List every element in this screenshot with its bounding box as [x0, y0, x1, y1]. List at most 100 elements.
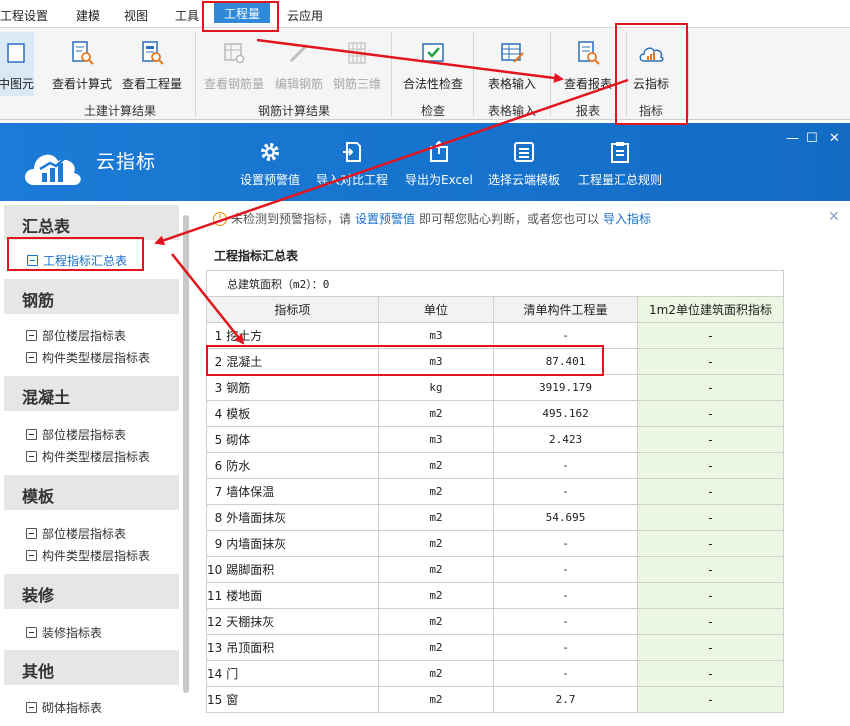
row-quantity: 2.7 [493, 686, 639, 713]
row-per-m2-index: - [637, 426, 784, 453]
sidebar-item-formwork-type-floor[interactable]: 构件类型楼层指标表 [26, 547, 150, 564]
row-unit: m2 [377, 504, 495, 531]
annotation-box-menu-quantity [202, 1, 279, 32]
column-header-item: 指标项 [206, 296, 379, 323]
row-item-name: 内墙面抹灰 [224, 530, 379, 557]
row-item-name: 天棚抹灰 [224, 608, 379, 635]
row-per-m2-index: - [637, 634, 784, 661]
row-unit: m3 [377, 426, 495, 453]
table-row[interactable]: 12 天棚抹灰 m2- - [206, 608, 784, 635]
row-per-m2-index: - [637, 374, 784, 401]
group-label-check: 检查 [420, 104, 445, 118]
choose-template-button[interactable]: 选择云端模板 [488, 139, 560, 188]
report-search-icon [574, 39, 602, 67]
group-label-table: 表格输入 [487, 104, 536, 118]
row-quantity: - [493, 634, 639, 661]
maximize-icon[interactable]: ☐ [806, 131, 818, 146]
sidebar-scrollbar[interactable] [183, 215, 189, 693]
template-list-icon [511, 139, 537, 165]
ribbon-separator [473, 32, 474, 116]
menu-view[interactable]: 视图 [124, 7, 148, 24]
table-input-button[interactable]: 表格输入 [480, 32, 544, 96]
view-rebar-qty-button[interactable]: 查看钢筋量 [202, 32, 266, 96]
row-unit: m2 [377, 400, 495, 427]
rebar-cage-icon [343, 39, 371, 67]
clipboard-icon [607, 139, 633, 165]
sidebar-section-rebar[interactable]: 钢筋 [4, 279, 179, 314]
warning-notice: ! 未检测到预警指标，请 设置预警值 即可帮您贴心判断，或者您也可以 导入指标 [213, 210, 655, 227]
document-icon [26, 702, 37, 713]
table-row[interactable]: 8 外墙面抹灰 m2 54.695- [206, 504, 784, 531]
notice-close-icon[interactable]: ✕ [828, 209, 840, 225]
view-quantity-button[interactable]: 查看工程量 [120, 32, 184, 96]
row-quantity: 495.162 [493, 400, 639, 427]
sidebar-section-summary[interactable]: 汇总表 [4, 205, 179, 240]
ribbon-separator [195, 32, 196, 116]
sidebar-item-formwork-floor[interactable]: 部位楼层指标表 [26, 525, 126, 542]
view-report-button[interactable]: 查看报表 [556, 32, 620, 96]
sidebar-item-masonry[interactable]: 砌体指标表 [26, 699, 102, 716]
cloud-header: 云指标 设置预警值 导入对比工程 导出为Excel 选择云端模板 工程量汇总规则… [0, 123, 850, 201]
import-index-link[interactable]: 导入指标 [603, 210, 651, 227]
import-compare-button[interactable]: 导入对比工程 [316, 139, 388, 188]
table-row[interactable]: 5 砌体 m3 2.423- [206, 426, 784, 453]
document-icon [26, 429, 37, 440]
row-quantity: 2.423 [493, 426, 639, 453]
document-icon [26, 528, 37, 539]
sidebar-item-concrete-type-floor[interactable]: 构件类型楼层指标表 [26, 448, 150, 465]
edit-rebar-button[interactable]: 编辑钢筋 [272, 32, 326, 96]
row-item-name: 砌体 [224, 426, 379, 453]
minimize-icon[interactable]: — [786, 131, 799, 146]
table-row[interactable]: 7 墙体保温 m2- - [206, 478, 784, 505]
row-per-m2-index: - [637, 348, 784, 375]
row-unit: m2 [377, 686, 495, 713]
column-header-quantity: 清单构件工程量 [493, 296, 639, 323]
sidebar-item-decoration[interactable]: 装修指标表 [26, 624, 102, 641]
table-row[interactable]: 10 踢脚面积 m2- - [206, 556, 784, 583]
view-formula-button[interactable]: 查看计算式 [50, 32, 114, 96]
legality-check-button[interactable]: 合法性检查 [398, 32, 468, 96]
sidebar-section-decoration[interactable]: 装修 [4, 574, 179, 609]
rebar-3d-button[interactable]: 钢筋三维 [330, 32, 384, 96]
table-row[interactable]: 11 楼地面 m2- - [206, 582, 784, 609]
component-icon [2, 39, 30, 67]
ribbon-separator [391, 32, 392, 116]
export-excel-button[interactable]: 导出为Excel [405, 139, 473, 188]
menu-tools[interactable]: 工具 [175, 7, 199, 24]
row-number: 6 [206, 452, 225, 479]
table-row[interactable]: 9 内墙面抹灰 m2- - [206, 530, 784, 557]
document-icon [26, 627, 37, 638]
rebar-quantity-icon [220, 39, 248, 67]
sidebar-section-other[interactable]: 其他 [4, 650, 179, 685]
menu-project-settings[interactable]: 工程设置 [0, 7, 48, 24]
sidebar-item-rebar-type-floor[interactable]: 构件类型楼层指标表 [26, 349, 150, 366]
column-header-per-m2-index: 1m2单位建筑面积指标 [637, 296, 784, 323]
row-per-m2-index: - [637, 504, 784, 531]
sidebar-item-rebar-floor[interactable]: 部位楼层指标表 [26, 327, 126, 344]
table-row[interactable]: 3 钢筋 kg 3919.179- [206, 374, 784, 401]
table-row[interactable]: 15 窗 m2 2.7- [206, 686, 784, 713]
row-per-m2-index: - [637, 452, 784, 479]
table-row[interactable]: 13 吊顶面积 m2- - [206, 634, 784, 661]
column-header-unit: 单位 [377, 296, 495, 323]
document-icon [26, 352, 37, 363]
summary-rules-button[interactable]: 工程量汇总规则 [578, 139, 662, 188]
ribbon-partial-button[interactable]: 中图元 [0, 32, 36, 96]
table-row[interactable]: 14 门 m2- - [206, 660, 784, 687]
warning-icon: ! [213, 211, 227, 226]
menu-cloud-apps[interactable]: 云应用 [287, 7, 323, 24]
set-warning-button[interactable]: 设置预警值 [240, 139, 300, 188]
row-number: 12 [206, 608, 225, 635]
sidebar-item-concrete-floor[interactable]: 部位楼层指标表 [26, 426, 126, 443]
table-row[interactable]: 6 防水 m2- - [206, 452, 784, 479]
menu-modeling[interactable]: 建模 [76, 7, 100, 24]
row-unit: kg [377, 374, 495, 401]
sidebar-section-concrete[interactable]: 混凝土 [4, 376, 179, 411]
row-item-name: 钢筋 [224, 374, 379, 401]
set-warning-link[interactable]: 设置预警值 [355, 210, 415, 227]
close-icon[interactable]: ✕ [829, 131, 840, 146]
table-row[interactable]: 4 模板 m2 495.162- [206, 400, 784, 427]
sidebar-section-formwork[interactable]: 模板 [4, 475, 179, 510]
row-per-m2-index: - [637, 530, 784, 557]
row-number: 7 [206, 478, 225, 505]
